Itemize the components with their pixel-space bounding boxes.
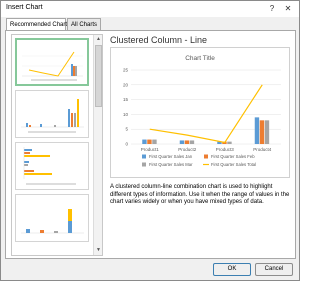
thumbnail-scrollbar[interactable]: ▲ ▼ <box>93 35 102 255</box>
y-tick-label: 15 <box>123 97 129 102</box>
chart-thumbnail-list[interactable]: ▲ ▼ <box>11 34 103 256</box>
y-tick-label: 20 <box>123 82 129 87</box>
x-tick-label: Product1 <box>141 147 160 152</box>
x-tick-label: Product3 <box>216 147 235 152</box>
thumbnail-chart-icon <box>21 209 84 234</box>
thumbnail-chart-icon <box>23 147 76 185</box>
bar <box>189 140 195 144</box>
scroll-up-arrow-icon[interactable]: ▲ <box>94 35 102 44</box>
chart-svg: Chart Title 0 5 10 15 20 25 Product1 Product2 Pro… <box>123 55 281 167</box>
thumbnail-clustered-column[interactable] <box>15 90 89 138</box>
window-title: Insert Chart <box>6 4 43 11</box>
legend-swatch <box>142 154 146 159</box>
bar <box>147 139 152 144</box>
thumbnail-chart-icon <box>22 51 83 81</box>
thumbnail-stacked-column[interactable] <box>15 194 89 242</box>
series-line <box>149 84 263 144</box>
chart-type-heading: Clustered Column - Line <box>110 35 208 45</box>
legend-label: First Quarter Sales Mar <box>149 162 193 167</box>
close-button[interactable]: ✕ <box>283 4 293 14</box>
chart-description: A clustered column-line combination char… <box>110 184 290 206</box>
chart-preview: Chart Title 0 5 10 15 20 25 Product1 Product2 Pro… <box>110 47 290 178</box>
title-bar: Insert Chart ? ✕ <box>1 1 299 17</box>
bar <box>227 141 232 144</box>
help-button[interactable]: ? <box>267 4 277 14</box>
legend-swatch <box>142 162 146 167</box>
bar <box>264 120 270 144</box>
legend-swatch <box>204 154 208 159</box>
ok-button[interactable]: OK <box>213 263 251 276</box>
y-tick-label: 0 <box>125 142 128 147</box>
bar <box>259 120 265 144</box>
x-tick-label: Product4 <box>253 147 272 152</box>
bar <box>152 139 157 144</box>
bar <box>254 117 260 144</box>
thumbnail-chart-icon <box>21 99 84 133</box>
legend-label: First Quarter Sales Jan <box>149 154 193 159</box>
bar <box>184 140 190 144</box>
y-tick-label: 5 <box>125 127 128 132</box>
scroll-thumb[interactable] <box>95 45 102 107</box>
legend-label: First Quarter Sales Total <box>211 162 256 167</box>
scroll-down-arrow-icon[interactable]: ▼ <box>94 246 102 255</box>
x-tick-label: Product2 <box>178 147 197 152</box>
chart-title: Chart Title <box>185 55 215 62</box>
insert-chart-dialog: Insert Chart ? ✕ Recommended Charts All … <box>0 0 300 281</box>
thumbnail-clustered-column-line[interactable] <box>15 38 89 86</box>
thumbnail-clustered-bar[interactable] <box>15 142 89 190</box>
y-tick-label: 10 <box>123 112 129 117</box>
legend-label: First Quarter Sales Feb <box>211 154 255 159</box>
cancel-button[interactable]: Cancel <box>255 263 293 276</box>
tab-panel: ▲ ▼ Clustered Column - Line Chart Title 0… <box>5 30 296 259</box>
y-tick-label: 25 <box>123 68 129 73</box>
bar <box>179 140 185 144</box>
bar <box>142 139 147 144</box>
